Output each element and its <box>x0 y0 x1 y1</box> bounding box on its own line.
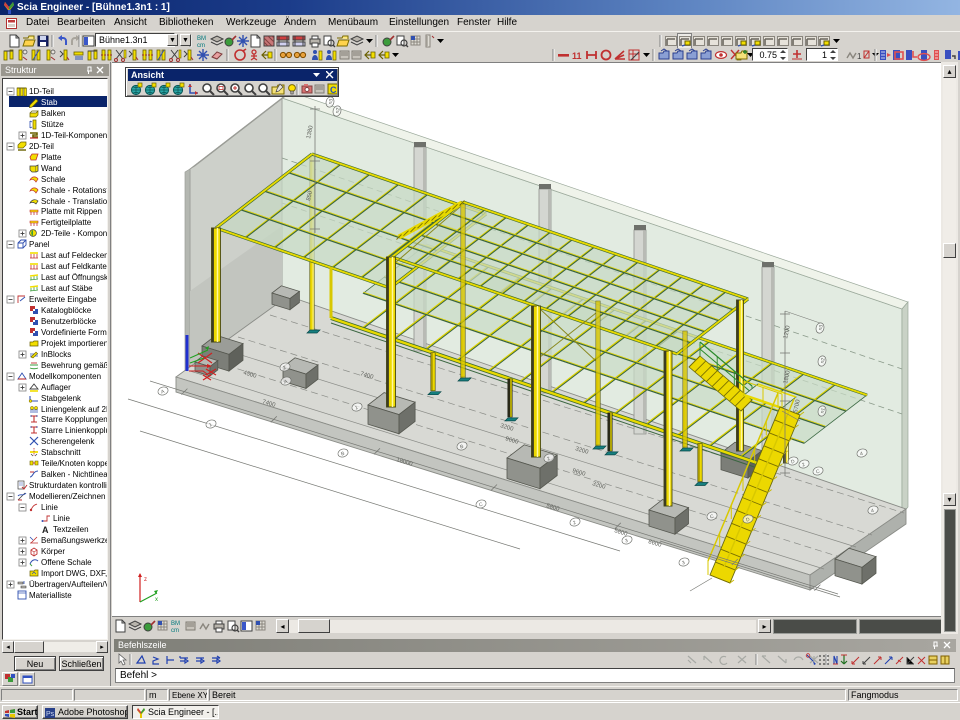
svg-text:Schale - Translation: Schale - Translation <box>41 197 107 206</box>
svg-text:Schale - Rotationsflä: Schale - Rotationsflä <box>41 186 107 195</box>
svg-text:Strukturdaten kontrollie: Strukturdaten kontrollie <box>29 481 107 490</box>
svg-text:Balken - Nichtlineari: Balken - Nichtlineari <box>41 470 107 479</box>
svg-text:Ps: Ps <box>46 711 55 718</box>
svg-text:Textzeilen: Textzeilen <box>53 525 89 534</box>
svg-text:InBlocks: InBlocks <box>41 350 71 359</box>
svg-text:Panel: Panel <box>29 240 50 249</box>
svg-text:x: x <box>155 597 158 603</box>
svg-text:Modellkomponenten: Modellkomponenten <box>29 372 101 381</box>
svg-text:Last auf Feldkanten: Last auf Feldkanten <box>41 262 107 271</box>
svg-text:Auflager: Auflager <box>41 383 71 392</box>
svg-text:Balken: Balken <box>41 109 65 118</box>
svg-text:Erweiterte Eingabe: Erweiterte Eingabe <box>29 295 97 304</box>
svg-text:Körper: Körper <box>41 547 65 556</box>
svg-text:Projekt importieren: Projekt importieren <box>41 339 107 348</box>
svg-text:Last auf Öffnungska: Last auf Öffnungska <box>41 273 107 282</box>
svg-text:A: A <box>42 525 49 535</box>
svg-text:Stütze: Stütze <box>41 120 64 129</box>
svg-text:Liniengelenk auf 2D: Liniengelenk auf 2D <box>41 405 107 414</box>
svg-text:Vordefinierte Former: Vordefinierte Former <box>41 328 107 337</box>
svg-text:Import DWG, DXF, V: Import DWG, DXF, V <box>41 569 107 578</box>
svg-text:Bemaßungswerkzeu: Bemaßungswerkzeu <box>41 536 107 545</box>
svg-text:Modellieren/Zeichnen: Modellieren/Zeichnen <box>29 492 106 501</box>
svg-text:Starre Linienkopplun: Starre Linienkopplun <box>41 426 107 435</box>
svg-text:Übertragen/Aufteilen/Ve: Übertragen/Aufteilen/Ve <box>29 580 107 589</box>
svg-text:2D-Teile - Komponen: 2D-Teile - Komponen <box>41 229 107 238</box>
svg-text:1D-Teil: 1D-Teil <box>29 87 54 96</box>
svg-text:Stab: Stab <box>41 98 58 107</box>
svg-text:Linie: Linie <box>41 503 58 512</box>
svg-text:Materialliste: Materialliste <box>29 591 72 600</box>
svg-text:Last auf Feldecken: Last auf Feldecken <box>41 251 107 260</box>
svg-text:Katalogblöcke: Katalogblöcke <box>41 306 92 315</box>
svg-text:Platte mit Rippen: Platte mit Rippen <box>41 207 102 216</box>
svg-text:z: z <box>144 577 147 583</box>
svg-text:Platte: Platte <box>41 153 62 162</box>
svg-text:Stabgelenk: Stabgelenk <box>41 394 82 403</box>
svg-text:Benutzerblöcke: Benutzerblöcke <box>41 317 97 326</box>
svg-text:Starre Kopplungen: Starre Kopplungen <box>41 415 107 424</box>
svg-text:Fertigteilplatte: Fertigteilplatte <box>41 218 92 227</box>
svg-text:Bewehrung gemäß V: Bewehrung gemäß V <box>41 361 107 370</box>
svg-text:Last auf Stäbe: Last auf Stäbe <box>41 284 93 293</box>
svg-text:Schale: Schale <box>41 175 66 184</box>
svg-text:1D-Teil-Komponente: 1D-Teil-Komponente <box>41 131 107 140</box>
svg-text:Offene Schale: Offene Schale <box>41 558 92 567</box>
svg-text:Wand: Wand <box>41 164 62 173</box>
svg-text:Teile/Knoten koppel: Teile/Knoten koppel <box>41 459 107 468</box>
svg-text:Stabschnitt: Stabschnitt <box>41 448 81 457</box>
svg-text:Scherengelenk: Scherengelenk <box>41 437 95 446</box>
svg-text:Linie: Linie <box>53 514 70 523</box>
svg-text:2D-Teil: 2D-Teil <box>29 142 54 151</box>
